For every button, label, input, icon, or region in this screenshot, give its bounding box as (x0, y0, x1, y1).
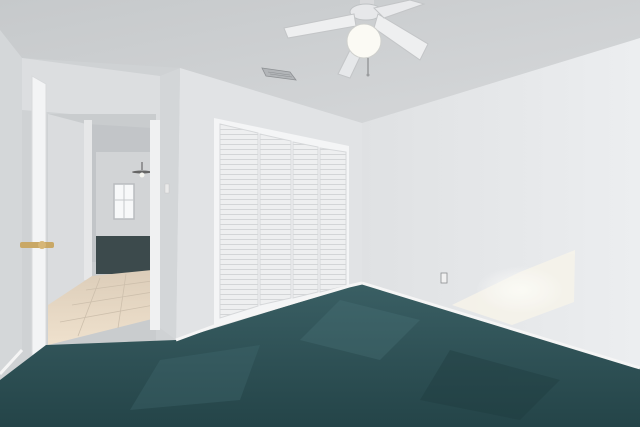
far-room-floor (96, 236, 150, 274)
room-illustration (0, 0, 640, 427)
electrical-outlet (440, 272, 448, 284)
open-interior-door[interactable] (31, 75, 47, 391)
hallway-door-frame (84, 120, 92, 280)
light-switch[interactable] (164, 183, 170, 194)
bedroom-photo (0, 0, 640, 427)
door-frame (150, 120, 160, 330)
door-handle-icon[interactable] (20, 241, 54, 249)
hallway-left-wall (48, 114, 86, 305)
left-wall (0, 30, 22, 375)
